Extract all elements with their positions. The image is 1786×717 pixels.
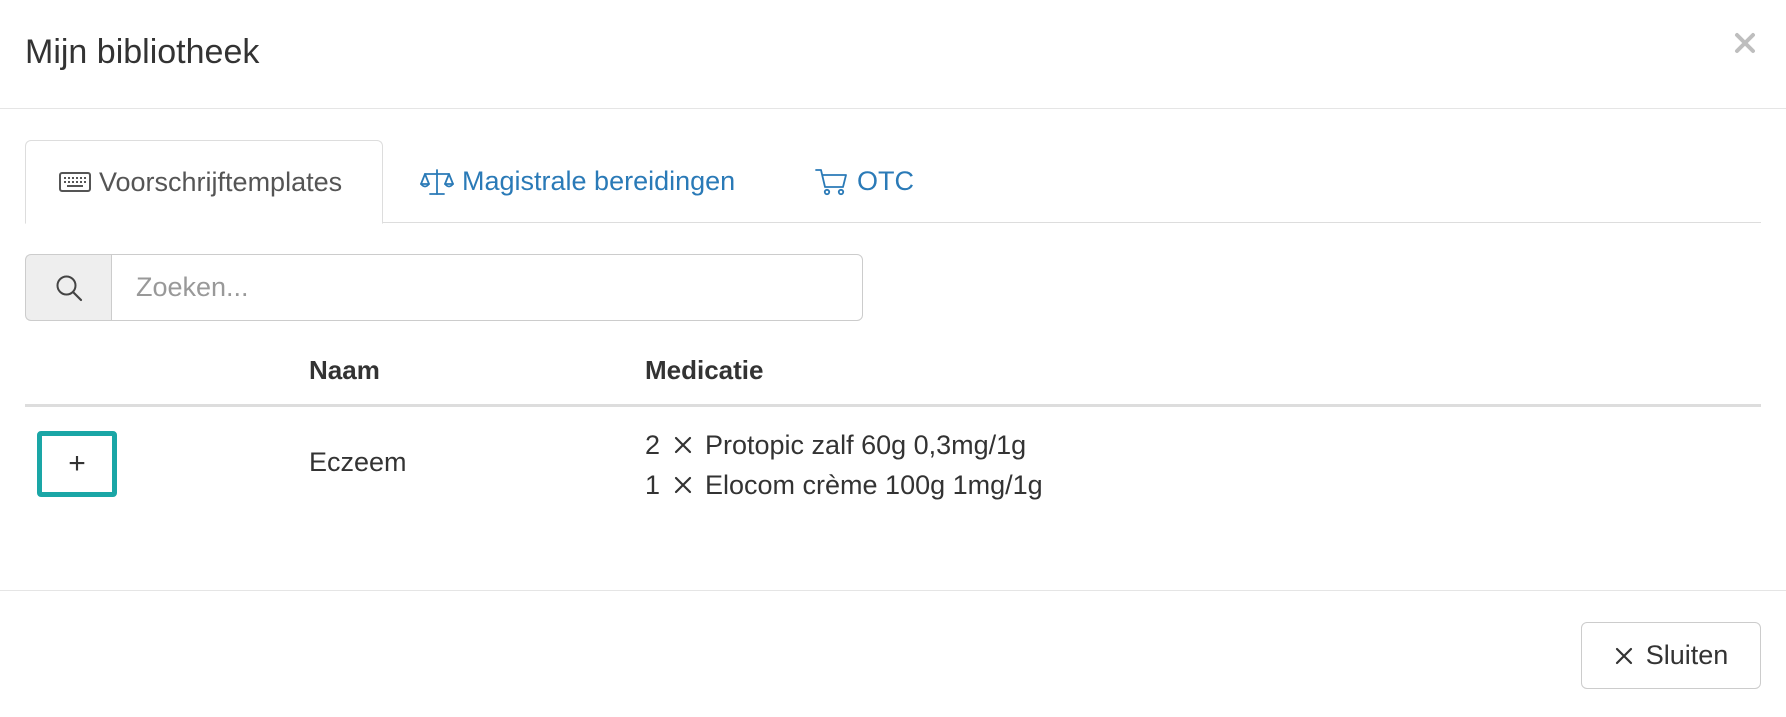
medication-name: Elocom crème 100g 1mg/1g xyxy=(705,470,1043,500)
close-button-label: Sluiten xyxy=(1645,640,1729,670)
modal-title: Mijn bibliotheek xyxy=(25,33,260,71)
modal-footer: Sluiten xyxy=(0,590,1786,717)
balance-scale-icon xyxy=(420,167,454,197)
library-modal: Mijn bibliotheek Voorschrijftemplates Ma… xyxy=(0,0,1786,717)
table-header: Naam Medicatie xyxy=(25,345,1761,407)
search-icon xyxy=(25,254,111,321)
shopping-cart-icon xyxy=(815,167,849,197)
search-input[interactable] xyxy=(111,254,863,321)
medication-item: 1 Elocom crème 100g 1mg/1g xyxy=(645,465,1043,505)
modal-header: Mijn bibliotheek xyxy=(0,0,1786,109)
add-template-button[interactable]: + xyxy=(37,431,117,497)
medication-name: Protopic zalf 60g 0,3mg/1g xyxy=(705,430,1027,460)
tab-magistrale-bereidingen[interactable]: Magistrale bereidingen xyxy=(420,140,735,223)
column-header-naam: Naam xyxy=(309,355,380,385)
close-button[interactable]: Sluiten xyxy=(1581,622,1761,689)
medication-quantity: 2 xyxy=(645,430,661,460)
keyboard-icon xyxy=(59,171,91,193)
medication-item: 2 Protopic zalf 60g 0,3mg/1g xyxy=(645,425,1043,465)
search-group xyxy=(25,254,863,321)
close-icon[interactable] xyxy=(1728,26,1762,60)
close-icon xyxy=(1614,646,1634,666)
template-name: Eczeem xyxy=(309,447,407,477)
medication-list: 2 Protopic zalf 60g 0,3mg/1g 1 Elocom cr… xyxy=(645,425,1043,505)
tab-label: Voorschrijftemplates xyxy=(99,166,343,197)
tab-voorschrijftemplates[interactable]: Voorschrijftemplates xyxy=(25,140,383,224)
column-header-medicatie: Medicatie xyxy=(645,355,764,385)
medication-quantity: 1 xyxy=(645,470,661,500)
tab-label: OTC xyxy=(857,166,914,196)
times-icon xyxy=(673,475,693,495)
library-tabs: Voorschrijftemplates Magistrale bereidin… xyxy=(25,140,1761,224)
tab-otc[interactable]: OTC xyxy=(815,140,914,223)
table-row: + Eczeem 2 Protopic zalf 60g 0,3mg/1g 1 xyxy=(25,407,1761,522)
times-icon xyxy=(673,435,693,455)
tab-label: Magistrale bereidingen xyxy=(462,166,736,196)
